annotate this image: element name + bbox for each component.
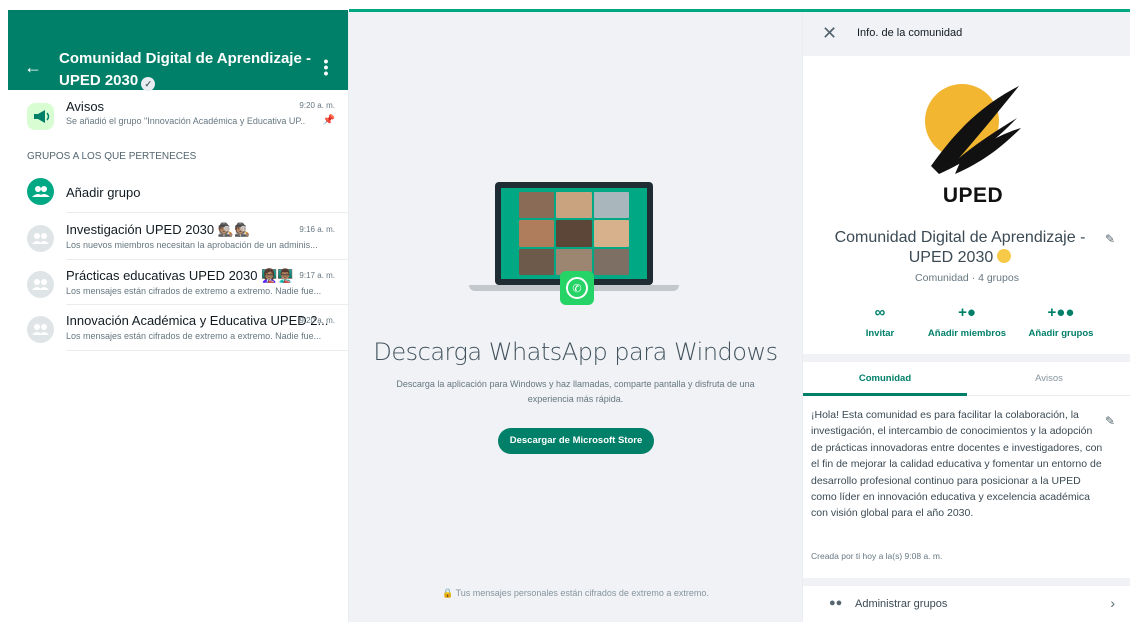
community-info-panel: ✕ Info. de la comunidad UPED Comunidad D…	[802, 12, 1130, 622]
tab-announcements[interactable]: Avisos	[967, 362, 1130, 396]
group-title: Prácticas educativas UPED 2030 👩🏽‍🏫👨🏽‍🏫	[66, 268, 294, 283]
chevron-right-icon: ›	[1110, 595, 1115, 611]
manage-groups-label: Administrar grupos	[855, 598, 948, 610]
add-group-icon	[27, 178, 54, 205]
info-header-title: Info. de la comunidad	[857, 27, 963, 39]
add-group-row[interactable]: Añadir grupo	[8, 174, 349, 210]
intro-panel: ✆ Descarga WhatsApp para Windows Descarg…	[349, 12, 802, 622]
invite-button[interactable]: ∞ Invitar	[855, 304, 905, 340]
arrow-left-icon[interactable]: ←	[24, 57, 44, 77]
announcements-title: Avisos	[66, 99, 105, 114]
groups-section-label: GRUPOS A LOS QUE PERTENECES	[27, 151, 197, 162]
group-preview: Los nuevos miembros necesitan la aprobac…	[66, 240, 318, 250]
encryption-text: Tus mensajes personales están cifrados d…	[455, 588, 709, 598]
video-tile	[519, 248, 555, 275]
megaphone-icon	[27, 103, 54, 130]
divider	[66, 212, 348, 213]
kebab-menu-icon[interactable]: • • •	[322, 54, 330, 80]
community-meta: Comunidad · 4 grupos	[915, 272, 1019, 284]
download-title: Descarga WhatsApp para Windows	[373, 338, 778, 366]
add-group-label: Añadir grupo	[66, 185, 141, 200]
invite-label: Invitar	[865, 328, 895, 339]
announcements-time: 9:20 a. m.	[299, 101, 335, 110]
logo-text: UPED	[942, 184, 1004, 207]
tab-community[interactable]: Comunidad	[803, 362, 967, 396]
group-title: Innovación Académica y Educativa UPED 2.…	[66, 313, 329, 328]
group-row[interactable]: Investigación UPED 2030 🕵🏽🕵🏽 9:16 a. m. …	[8, 216, 349, 262]
download-description: Descarga la aplicación para Windows y ha…	[396, 379, 755, 404]
community-description: ¡Hola! Esta comunidad es para facilitar …	[811, 409, 1103, 520]
group-row[interactable]: Innovación Académica y Educativa UPED 2.…	[8, 307, 349, 353]
group-time: 9:20 a. m.	[299, 316, 335, 325]
video-tile	[556, 192, 592, 219]
community-emoji-icon	[997, 249, 1012, 263]
community-name-text: Comunidad Digital de Aprendizaje - UPED …	[834, 229, 1086, 266]
group-avatar-icon	[27, 225, 54, 252]
uped-logo: UPED	[921, 78, 1025, 208]
logo-wing	[931, 86, 1021, 174]
community-groups-panel: ← Comunidad Digital de Aprendizaje - UPE…	[8, 10, 349, 622]
manage-groups-row[interactable]: ●● Administrar grupos ›	[803, 586, 1130, 622]
divider	[66, 350, 348, 351]
group-title: Investigación UPED 2030 🕵🏽🕵🏽	[66, 222, 251, 237]
community-header-title-wrap: Comunidad Digital de Aprendizaje - UPED …	[59, 48, 314, 92]
community-info-card: UPED Comunidad Digital de Aprendizaje - …	[803, 56, 1130, 354]
add-person-icon: +●	[958, 304, 976, 321]
group-preview: Los mensajes están cifrados de extremo a…	[66, 286, 321, 296]
pin-icon: 📌	[322, 115, 335, 126]
community-badge-icon: ✓	[141, 77, 156, 91]
lock-icon: 🔒	[442, 588, 454, 598]
add-group-icon: +●●	[1047, 304, 1075, 321]
community-header-title: Comunidad Digital de Aprendizaje - UPED …	[59, 50, 311, 89]
edit-name-pencil-icon[interactable]: ✎	[1105, 232, 1115, 246]
video-tile	[593, 192, 629, 219]
community-header: ← Comunidad Digital de Aprendizaje - UPE…	[8, 10, 348, 92]
whatsapp-logo-icon: ✆	[560, 271, 594, 305]
community-tabs-card: Comunidad Avisos ¡Hola! Esta comunidad e…	[803, 362, 1130, 578]
phone-icon: ✆	[566, 277, 588, 299]
divider	[66, 259, 348, 260]
encryption-note: 🔒 Tus mensajes personales están cifrados…	[349, 588, 802, 599]
community-actions: ∞ Invitar +● Añadir miembros +●● Añadir …	[803, 305, 1130, 345]
manage-groups-icon: ●●	[829, 597, 843, 609]
laptop-screen	[495, 182, 653, 285]
add-members-label: Añadir miembros	[927, 328, 1007, 339]
add-groups-label: Añadir grupos	[1028, 328, 1094, 339]
video-tile	[519, 220, 555, 247]
video-tile	[519, 192, 555, 219]
video-call-grid	[519, 192, 629, 275]
video-tile	[593, 248, 629, 275]
group-time: 9:17 a. m.	[299, 271, 335, 280]
group-preview: Los mensajes están cifrados de extremo a…	[66, 331, 321, 341]
group-row[interactable]: Prácticas educativas UPED 2030 👩🏽‍🏫👨🏽‍🏫 …	[8, 262, 349, 308]
link-icon: ∞	[874, 304, 886, 321]
close-icon[interactable]: ✕	[822, 24, 837, 42]
community-name: Comunidad Digital de Aprendizaje - UPED …	[827, 228, 1093, 268]
edit-description-pencil-icon[interactable]: ✎	[1105, 414, 1115, 428]
add-members-button[interactable]: +● Añadir miembros	[927, 304, 1007, 340]
group-avatar-icon	[27, 316, 54, 343]
group-time: 9:16 a. m.	[299, 225, 335, 234]
info-header: ✕ Info. de la comunidad	[803, 12, 1130, 56]
add-groups-button[interactable]: +●● Añadir grupos	[1026, 304, 1096, 340]
video-tile	[593, 220, 629, 247]
microsoft-store-button[interactable]: Descargar de Microsoft Store	[498, 428, 654, 454]
screen-inner	[501, 188, 647, 279]
divider	[66, 304, 348, 305]
announcements-row[interactable]: Avisos 9:20 a. m. Se añadió el grupo "In…	[8, 94, 349, 140]
video-tile	[556, 220, 592, 247]
created-info: Creada por ti hoy a la(s) 9:08 a. m.	[811, 551, 943, 561]
laptop-illustration: ✆	[469, 182, 679, 312]
announcements-preview: Se añadió el grupo "Innovación Académica…	[66, 116, 306, 126]
whatsapp-window: ← Comunidad Digital de Aprendizaje - UPE…	[0, 0, 1130, 622]
group-avatar-icon	[27, 271, 54, 298]
